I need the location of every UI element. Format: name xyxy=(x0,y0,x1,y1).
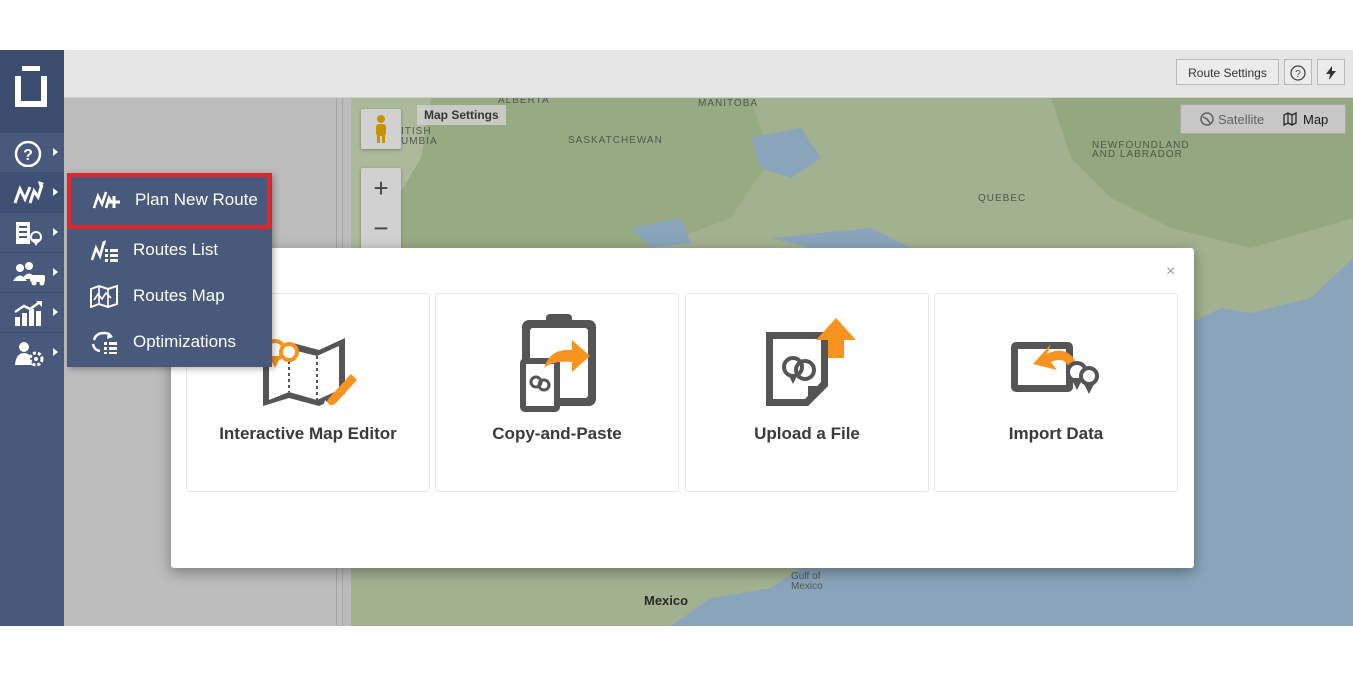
menu-item-plan-new-route[interactable]: Plan New Route xyxy=(67,173,271,229)
upload-file-icon xyxy=(766,318,856,406)
sidebar-item-analytics[interactable] xyxy=(0,292,64,333)
chevron-right-icon xyxy=(53,228,58,236)
plan-new-route-icon xyxy=(92,191,120,209)
orders-icon xyxy=(16,222,42,246)
top-bar: Route Settings ? xyxy=(64,50,1353,98)
routes-map-icon xyxy=(90,284,118,308)
question-circle-icon: ? xyxy=(14,140,42,167)
lightning-icon xyxy=(1326,66,1336,80)
optimizations-icon xyxy=(91,331,117,354)
chevron-right-icon xyxy=(53,308,58,316)
import-data-icon xyxy=(1011,342,1099,394)
menu-item-label: Routes Map xyxy=(133,286,225,305)
menu-item-label: Optimizations xyxy=(133,332,236,351)
close-button[interactable]: × xyxy=(1166,263,1175,281)
help-button[interactable]: ? xyxy=(1284,59,1312,85)
chevron-right-icon xyxy=(53,268,58,276)
chevron-right-icon xyxy=(53,148,58,156)
svg-text:?: ? xyxy=(23,147,33,164)
sidebar-item-settings[interactable] xyxy=(0,332,64,373)
team-icon xyxy=(13,262,45,286)
logo-icon xyxy=(15,66,47,107)
routes-list-icon xyxy=(90,240,118,262)
route-icon xyxy=(13,181,44,204)
interactive-map-editor-icon xyxy=(263,338,357,408)
user-settings-icon xyxy=(15,342,44,367)
route-settings-button[interactable]: Route Settings xyxy=(1176,59,1279,85)
sidebar: ? xyxy=(0,50,64,626)
option-label: Interactive Map Editor xyxy=(219,424,397,443)
sidebar-item-help[interactable]: ? xyxy=(0,132,64,173)
svg-text:?: ? xyxy=(1295,69,1301,80)
menu-item-label: Routes List xyxy=(133,240,219,259)
menu-item-routes-map[interactable]: Routes Map xyxy=(67,273,272,319)
option-label: Upload a File xyxy=(754,424,860,443)
question-circle-icon: ? xyxy=(1290,65,1306,81)
chevron-right-icon xyxy=(53,348,58,356)
option-copy-paste[interactable]: Copy-and-Paste xyxy=(435,293,679,492)
chevron-right-icon xyxy=(53,188,58,196)
new-route-dialog: × Interactive Map Editor Copy-and-Paste … xyxy=(171,248,1194,568)
copy-paste-icon xyxy=(520,314,596,412)
menu-item-label: Plan New Route xyxy=(135,190,258,209)
sidebar-item-orders[interactable] xyxy=(0,212,64,253)
app-window: Route Settings ? ALBERTA MANITOBA ITISH … xyxy=(0,50,1353,626)
routes-submenu: Plan New Route Routes List Routes Map Op… xyxy=(67,173,272,367)
option-upload-file[interactable]: Upload a File xyxy=(685,293,929,492)
menu-item-routes-list[interactable]: Routes List xyxy=(67,227,272,273)
sidebar-item-team[interactable] xyxy=(0,252,64,293)
analytics-icon xyxy=(14,300,42,326)
option-import-data[interactable]: Import Data xyxy=(934,293,1178,492)
option-label: Import Data xyxy=(1008,424,1104,443)
app-logo[interactable] xyxy=(0,50,64,132)
menu-item-optimizations[interactable]: Optimizations xyxy=(67,319,272,365)
option-label: Copy-and-Paste xyxy=(492,424,622,443)
sidebar-item-routes[interactable] xyxy=(0,172,64,213)
quick-action-button[interactable] xyxy=(1317,59,1345,85)
